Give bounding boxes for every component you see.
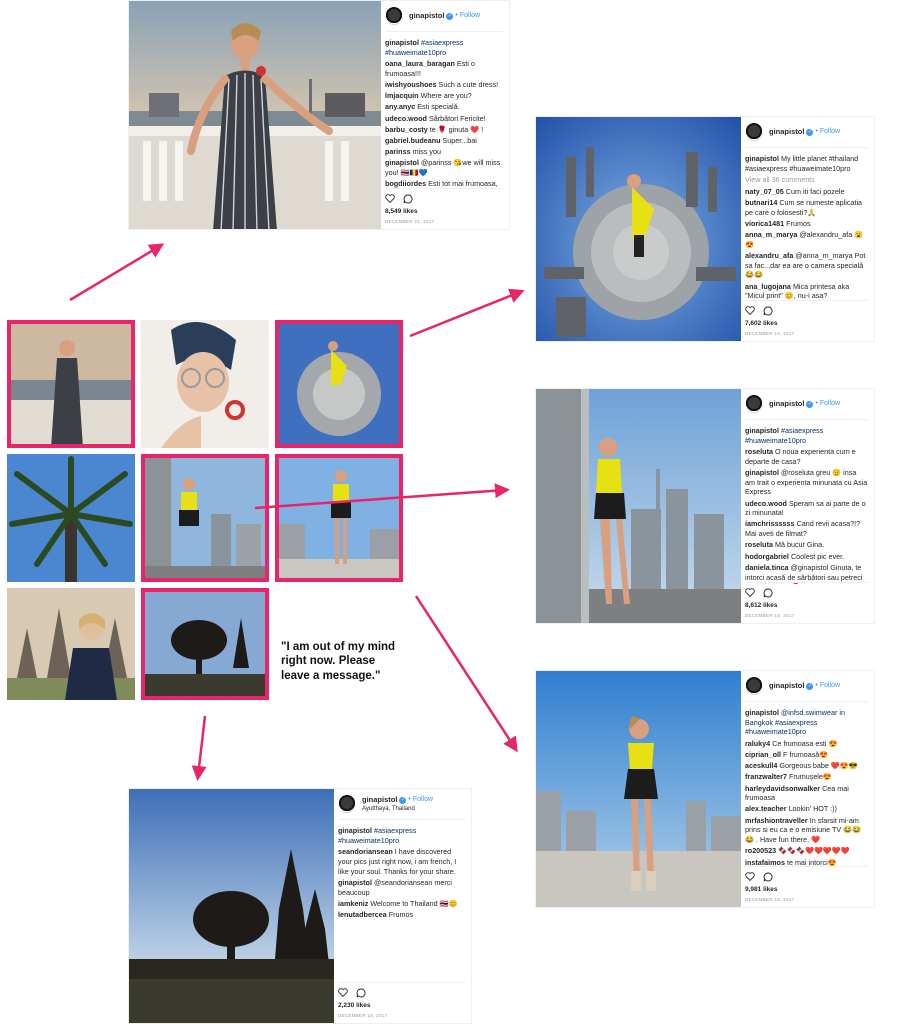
arrow-icon — [69, 243, 165, 302]
arrow-icon — [409, 288, 525, 338]
arrow-icon — [191, 715, 207, 781]
arrow-icon — [254, 483, 510, 510]
connector-arrows — [69, 243, 525, 781]
arrow-icon — [414, 595, 518, 753]
